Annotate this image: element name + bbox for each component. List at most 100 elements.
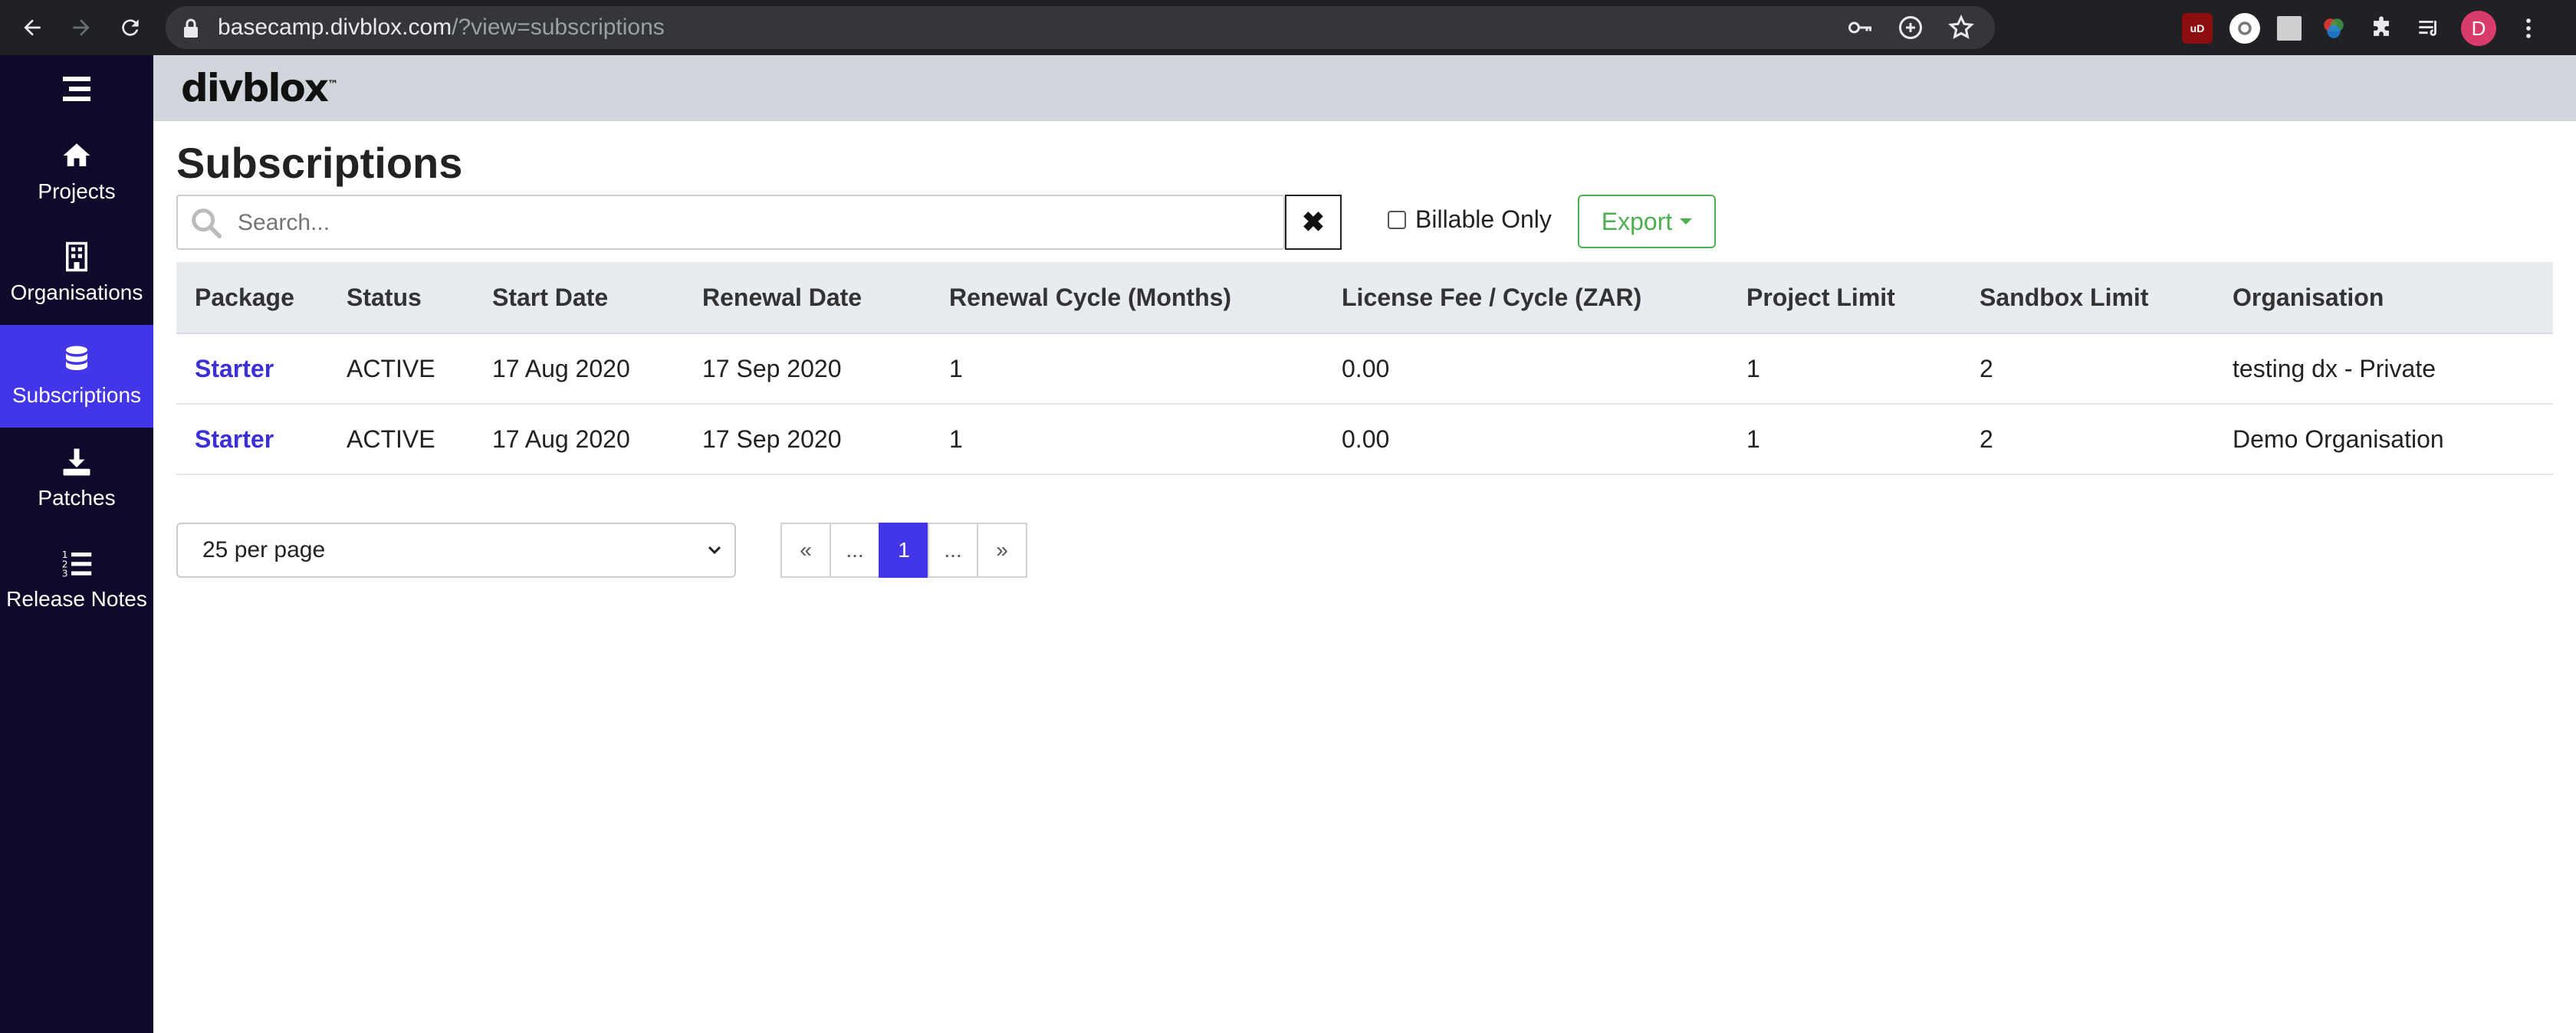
sidebar-item-subscriptions[interactable]: Subscriptions <box>0 325 153 428</box>
profile-avatar[interactable]: D <box>2461 11 2496 46</box>
zoom-icon[interactable] <box>1897 14 1924 41</box>
sidebar-item-patches[interactable]: Patches <box>0 428 153 530</box>
reload-button[interactable] <box>113 11 147 44</box>
database-icon <box>66 346 87 370</box>
package-link[interactable]: Starter <box>195 355 274 383</box>
double-chevron-left-icon: « <box>800 538 812 562</box>
export-dropdown-button[interactable]: Export <box>1578 195 1716 248</box>
main-content: Subscriptions ✖ Billable Only Export Pac… <box>153 121 2576 1033</box>
cell-renewal-date: 17 Sep 2020 <box>702 334 949 403</box>
download-icon <box>63 448 90 476</box>
start-date-text: 17 Aug 2020 <box>492 354 630 382</box>
ublock-icon[interactable]: uD <box>2182 13 2213 44</box>
sidebar-item-release-notes[interactable]: 123 Release Notes <box>0 529 153 631</box>
billable-only-label[interactable]: Billable Only <box>1415 205 1552 234</box>
cell-start-date: 17 Aug 2020 <box>492 334 702 403</box>
caret-down-icon <box>1680 218 1693 225</box>
column-header-package[interactable]: Package <box>176 262 347 333</box>
header-label: Project Limit <box>1746 283 1895 311</box>
url-host: basecamp.divblox.com <box>218 15 452 40</box>
cell-organisation: testing dx - Private <box>2233 334 2539 403</box>
logo-text: divblox <box>181 66 329 110</box>
sidebar: Projects Organisations Subscriptions Pat… <box>0 55 153 1033</box>
cell-organisation: Demo Organisation <box>2233 405 2539 474</box>
kebab-menu-icon[interactable] <box>2513 13 2544 44</box>
color-wheel-icon[interactable] <box>2318 13 2349 44</box>
sidebar-item-label: Subscriptions <box>12 383 142 407</box>
pagination-page-current[interactable]: 1 <box>879 523 929 578</box>
key-icon[interactable] <box>1846 14 1874 41</box>
cell-project-limit: 1 <box>1746 334 1980 403</box>
home-icon <box>63 143 90 166</box>
license-fee-text: 0.00 <box>1342 354 1390 382</box>
header-label: License Fee / Cycle (ZAR) <box>1342 283 1642 311</box>
package-link[interactable]: Starter <box>195 425 274 454</box>
clear-search-button[interactable]: ✖ <box>1285 195 1342 250</box>
table-header: Package Status Start Date Renewal Date R… <box>176 262 2553 334</box>
pagination-last-button[interactable]: » <box>977 523 1027 578</box>
blank-extension-icon[interactable] <box>2277 16 2302 41</box>
media-queue-icon[interactable] <box>2413 13 2444 44</box>
forward-button[interactable] <box>64 11 98 44</box>
search-input[interactable] <box>238 202 1265 244</box>
table-row: Starter ACTIVE 17 Aug 2020 17 Sep 2020 1… <box>176 334 2553 405</box>
column-header-organisation[interactable]: Organisation <box>2233 262 2539 333</box>
cell-status: ACTIVE <box>347 334 492 403</box>
column-header-project-limit[interactable]: Project Limit <box>1746 262 1980 333</box>
cell-sandbox-limit: 2 <box>1980 405 2233 474</box>
sidebar-item-label: Release Notes <box>6 587 147 611</box>
status-text: ACTIVE <box>347 425 435 453</box>
per-page-select[interactable]: 25 per page <box>176 523 736 578</box>
back-button[interactable] <box>15 11 49 44</box>
renewal-date-text: 17 Sep 2020 <box>702 354 842 382</box>
page-title: Subscriptions <box>176 139 463 187</box>
project-limit-text: 1 <box>1746 354 1760 382</box>
billable-only-checkbox[interactable] <box>1388 210 1406 229</box>
column-header-renewal-cycle[interactable]: Renewal Cycle (Months) <box>949 262 1342 333</box>
settings-extension-icon[interactable] <box>2229 13 2260 44</box>
cell-renewal-cycle: 1 <box>949 405 1342 474</box>
cell-renewal-date: 17 Sep 2020 <box>702 405 949 474</box>
cell-sandbox-limit: 2 <box>1980 334 2233 403</box>
search-icon <box>192 208 222 239</box>
license-fee-text: 0.00 <box>1342 425 1390 453</box>
sidebar-toggle-icon[interactable] <box>60 74 94 104</box>
sidebar-item-projects[interactable]: Projects <box>0 121 153 224</box>
app-header: divblox™ <box>153 55 2576 121</box>
header-label: Sandbox Limit <box>1980 283 2149 311</box>
column-header-sandbox-limit[interactable]: Sandbox Limit <box>1980 262 2233 333</box>
chevron-down-icon <box>708 546 721 555</box>
renewal-cycle-text: 1 <box>949 354 963 382</box>
pagination-first-button[interactable]: « <box>780 523 831 578</box>
cell-project-limit: 1 <box>1746 405 1980 474</box>
puzzle-icon[interactable] <box>2366 13 2397 44</box>
cell-renewal-cycle: 1 <box>949 334 1342 403</box>
ellipsis-label: ... <box>944 538 962 562</box>
column-header-renewal-date[interactable]: Renewal Date <box>702 262 949 333</box>
cell-status: ACTIVE <box>347 405 492 474</box>
star-icon[interactable] <box>1947 14 1975 41</box>
list-ol-icon: 123 <box>62 549 92 579</box>
sandbox-limit-text: 2 <box>1980 354 1993 382</box>
reload-icon <box>122 19 139 36</box>
column-header-start-date[interactable]: Start Date <box>492 262 702 333</box>
pagination: « ... 1 ... » <box>780 523 1027 578</box>
url-path: /?view=subscriptions <box>452 15 665 40</box>
address-bar-actions <box>1846 14 1975 41</box>
divblox-logo[interactable]: divblox™ <box>181 66 338 110</box>
sidebar-item-organisations[interactable]: Organisations <box>0 222 153 325</box>
close-icon: ✖ <box>1301 206 1326 238</box>
pagination-ellipsis-next[interactable]: ... <box>928 523 978 578</box>
search-box <box>176 195 1285 250</box>
table-row: Starter ACTIVE 17 Aug 2020 17 Sep 2020 1… <box>176 405 2553 475</box>
organisation-text: Demo Organisation <box>2233 425 2444 453</box>
header-label: Renewal Date <box>702 283 863 311</box>
pagination-ellipsis-prev[interactable]: ... <box>830 523 880 578</box>
sidebar-item-label: Patches <box>38 486 116 510</box>
logo-trademark: ™ <box>327 78 339 91</box>
column-header-license-fee[interactable]: License Fee / Cycle (ZAR) <box>1342 262 1746 333</box>
column-header-status[interactable]: Status <box>347 262 492 333</box>
double-chevron-right-icon: » <box>996 538 1008 562</box>
building-icon <box>66 241 87 272</box>
header-label: Renewal Cycle (Months) <box>949 283 1232 311</box>
